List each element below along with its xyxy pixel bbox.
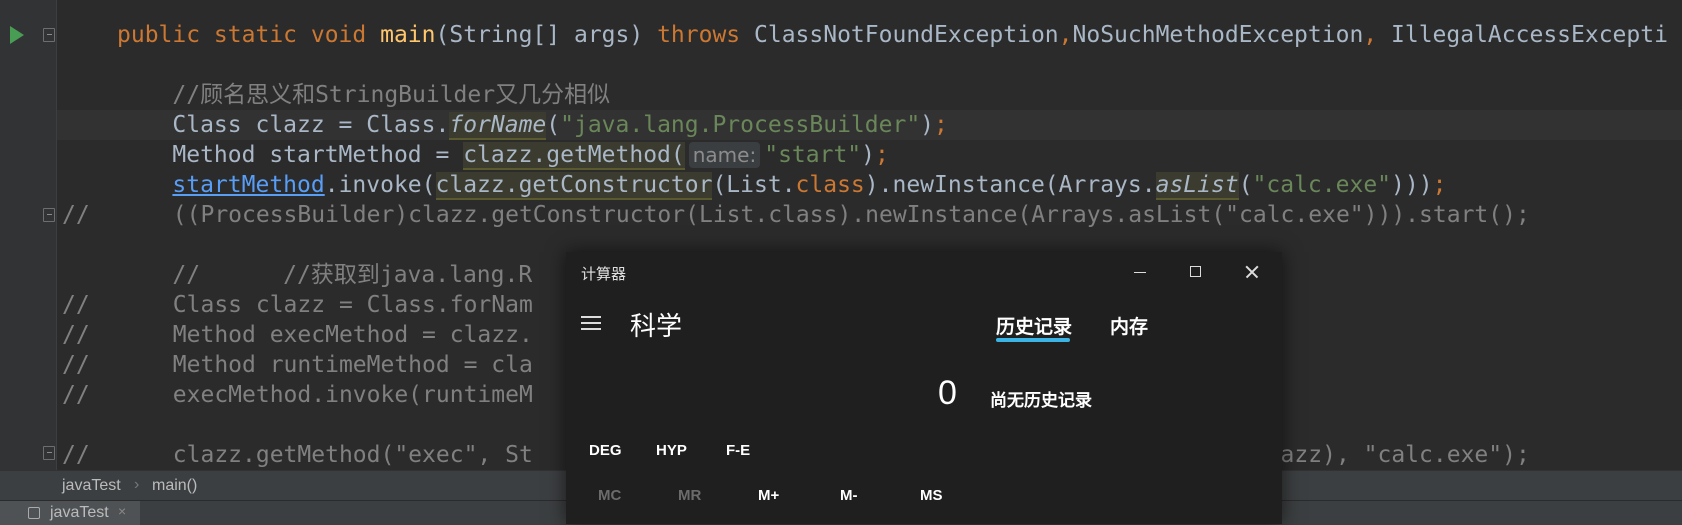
deg-button[interactable]: DEG: [589, 442, 622, 459]
code-token: // Method runtimeMethod = cla: [62, 352, 533, 378]
code-token: // ((ProcessBuilder)clazz.getConstructor…: [62, 202, 1530, 228]
minimize-icon: [1134, 272, 1146, 273]
code-token: Method startMethod =: [117, 142, 464, 168]
m-plus-button[interactable]: M+: [758, 487, 779, 504]
code-line[interactable]: Method startMethod = clazz.getMethod(nam…: [117, 140, 889, 170]
breadcrumb-method[interactable]: main(): [152, 477, 197, 495]
calculator-window: 计算器 科学 历史记录 内存 0 尚无历史记录 DEG HYP F-E MC M…: [566, 252, 1282, 524]
code-token: IllegalAccessExcepti: [1391, 22, 1668, 48]
java-file-icon: [28, 507, 40, 519]
maximize-icon: [1190, 266, 1201, 277]
code-line[interactable]: // //获取到java.lang.R: [117, 260, 532, 290]
code-line[interactable]: // Method runtimeMethod = cla: [62, 350, 533, 380]
tab-memory[interactable]: 内存: [1110, 312, 1148, 339]
minimize-button[interactable]: [1112, 252, 1168, 292]
code-token: // Method execMethod = clazz.: [62, 322, 533, 348]
code-token: ).newInstance(Arrays.: [864, 172, 1156, 198]
code-token: (: [546, 112, 561, 138]
code-line[interactable]: // ((ProcessBuilder)clazz.getConstructor…: [62, 200, 1530, 230]
code-token: (List.: [712, 172, 796, 198]
breadcrumb-separator: ›: [134, 476, 140, 493]
fold-icon[interactable]: [43, 446, 55, 460]
close-tab-icon[interactable]: ×: [118, 503, 126, 519]
breadcrumb-class[interactable]: javaTest: [62, 477, 121, 495]
code-token: // execMethod.invoke(runtimeM: [62, 382, 533, 408]
hyp-button[interactable]: HYP: [656, 442, 687, 459]
code-token: ,: [1058, 22, 1073, 48]
code-token: asList: [1155, 172, 1239, 200]
mr-button[interactable]: MR: [678, 487, 701, 504]
code-token: clazz.getConstructor: [435, 172, 713, 200]
code-token: "java.lang.ProcessBuilder": [560, 112, 921, 138]
tab-javatest[interactable]: javaTest ×: [0, 501, 140, 525]
code-token: "start": [764, 142, 862, 168]
mc-button[interactable]: MC: [598, 487, 621, 504]
code-line[interactable]: startMethod.invoke(clazz.getConstructor(…: [117, 170, 1446, 200]
code-token: .invoke(: [324, 172, 436, 198]
code-token: ,: [1363, 22, 1391, 48]
code-token: ): [861, 142, 876, 168]
code-token: // //获取到java.lang.R: [117, 262, 533, 288]
code-token: Class clazz = Class.: [117, 112, 450, 138]
window-title: 计算器: [581, 266, 627, 283]
code-token: startMethod: [172, 172, 325, 198]
calculator-display: 0: [938, 374, 957, 412]
code-token: (: [1238, 172, 1253, 198]
code-token: ): [920, 112, 935, 138]
tab-label: javaTest: [50, 504, 109, 521]
calculator-mode: 科学: [630, 311, 683, 341]
code-token: forName: [449, 112, 547, 140]
code-token: ;: [1432, 172, 1447, 198]
code-token: ClassNotFoundException: [754, 22, 1059, 48]
run-icon[interactable]: [10, 26, 24, 44]
active-tab-indicator: [996, 338, 1070, 342]
code-line[interactable]: // Class clazz = Class.forNam: [62, 290, 533, 320]
tab-history[interactable]: 历史记录: [996, 312, 1072, 339]
close-button[interactable]: [1224, 252, 1280, 292]
fold-icon[interactable]: [43, 208, 55, 222]
code-token: main: [380, 22, 436, 48]
code-line[interactable]: // execMethod.invoke(runtimeM: [62, 380, 533, 410]
code-token: "calc.exe": [1252, 172, 1392, 198]
no-history-message: 尚无历史记录: [990, 391, 1092, 410]
ms-button[interactable]: MS: [920, 487, 943, 504]
menu-icon[interactable]: [581, 316, 601, 330]
code-token: (String[] args): [435, 22, 658, 48]
code-token: clazz.getMethod(: [463, 142, 685, 170]
parameter-hint: name:: [688, 142, 761, 168]
code-token: ;: [934, 112, 948, 138]
code-line[interactable]: //顾名思义和StringBuilder又几分相似: [117, 80, 610, 110]
m-minus-button[interactable]: M-: [840, 487, 858, 504]
code-token: throws: [657, 22, 754, 48]
editor-gutter: [0, 0, 57, 470]
code-line[interactable]: Class clazz = Class.forName("java.lang.P…: [57, 110, 1682, 140]
code-token: ;: [875, 142, 889, 168]
code-line[interactable]: // Method execMethod = clazz.: [62, 320, 533, 350]
code-token: ))): [1391, 172, 1433, 198]
code-token: // Class clazz = Class.forNam: [62, 292, 533, 318]
code-token: //顾名思义和StringBuilder又几分相似: [117, 82, 611, 108]
code-line[interactable]: public static void main(String[] args) t…: [117, 20, 1668, 50]
code-token: NoSuchMethodException: [1072, 22, 1364, 48]
maximize-button[interactable]: [1168, 252, 1224, 292]
fold-icon[interactable]: [43, 28, 55, 42]
code-token: class: [795, 172, 865, 198]
fe-button[interactable]: F-E: [726, 442, 750, 459]
code-token: public static void: [117, 22, 381, 48]
